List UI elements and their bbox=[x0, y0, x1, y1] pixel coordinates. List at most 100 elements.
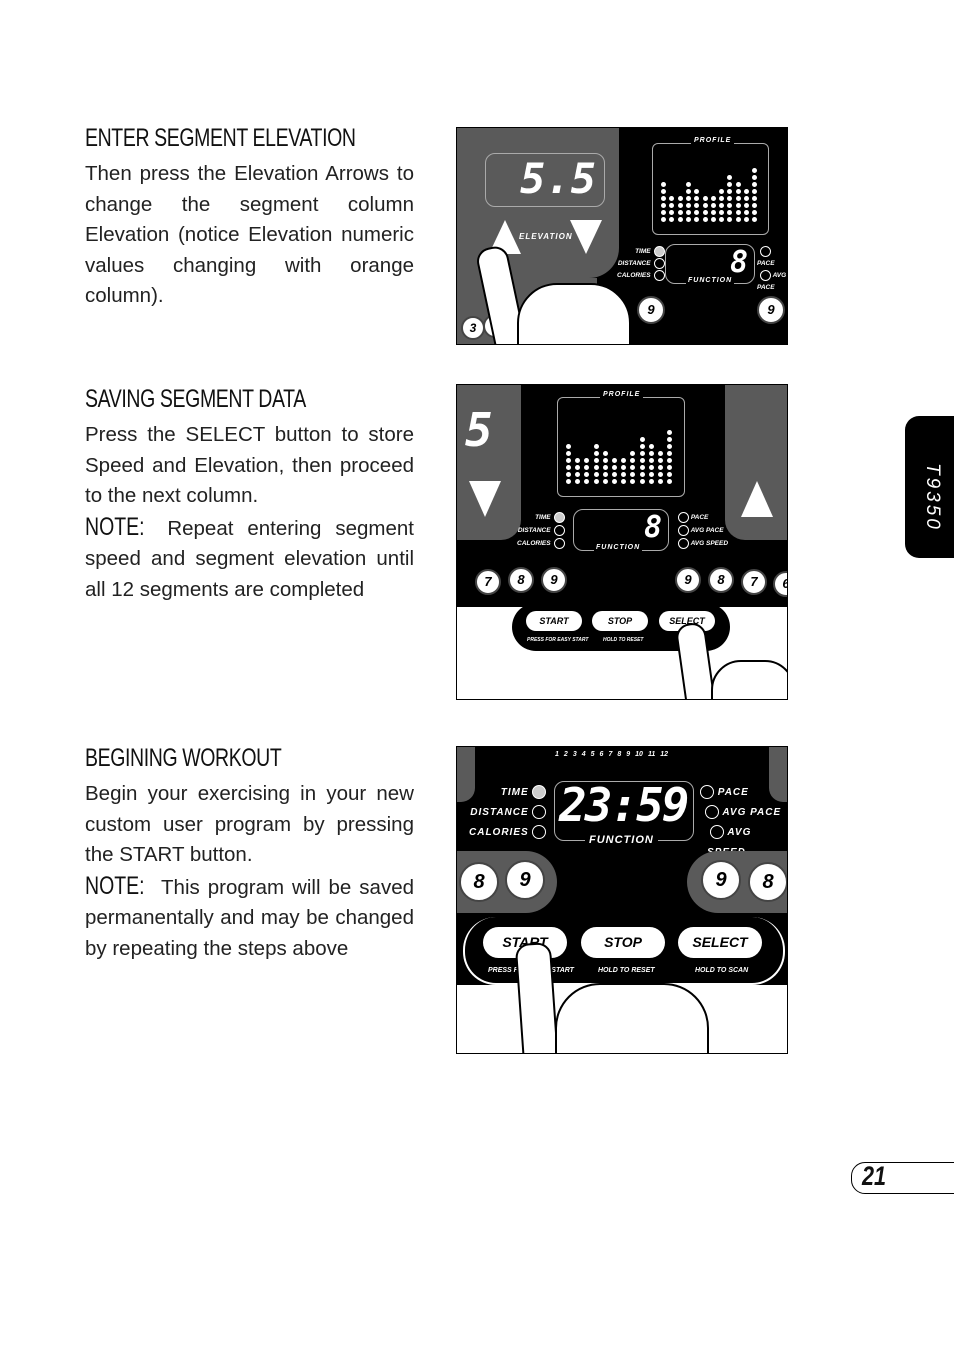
profile-dot bbox=[669, 203, 675, 208]
up-arrow[interactable] bbox=[741, 481, 773, 517]
profile-dot bbox=[702, 203, 708, 208]
select-hint: HOLD TO SCAN bbox=[695, 967, 749, 974]
figure-select-console: 5 PROFILE TIME DISTANCE CALORIES 8 FUNCT… bbox=[456, 384, 788, 700]
section-title: SAVING SEGMENT DATA bbox=[85, 385, 306, 413]
key-7[interactable]: 7 bbox=[741, 569, 767, 595]
profile-dot bbox=[658, 451, 663, 456]
speed-down-arrow[interactable] bbox=[469, 481, 501, 517]
stop-button[interactable]: STOP bbox=[592, 611, 648, 631]
key-3[interactable]: 3 bbox=[461, 316, 485, 340]
hand-icon bbox=[555, 983, 709, 1053]
profile-dot bbox=[752, 196, 758, 201]
key-8[interactable]: 8 bbox=[508, 567, 534, 593]
profile-column-number: 4 bbox=[581, 751, 586, 758]
profile-dot bbox=[727, 210, 733, 215]
profile-dot bbox=[735, 189, 741, 194]
profile-dot bbox=[630, 472, 636, 477]
profile-dot bbox=[593, 472, 599, 477]
profile-dot bbox=[566, 458, 571, 463]
left-indicators: TIME DISTANCE CALORIES bbox=[469, 783, 546, 843]
key-8[interactable]: 8 bbox=[748, 862, 787, 902]
profile-dot bbox=[667, 444, 673, 449]
profile-dot bbox=[719, 210, 725, 215]
indicator-pace: PACE bbox=[690, 514, 709, 521]
profile-dot bbox=[694, 196, 700, 201]
profile-dot bbox=[710, 217, 716, 222]
profile-dot bbox=[639, 451, 645, 456]
key-9[interactable]: 9 bbox=[701, 860, 741, 900]
profile-dot bbox=[667, 465, 673, 470]
select-button[interactable]: SELECT bbox=[678, 927, 762, 958]
profile-dot bbox=[661, 217, 666, 222]
profile-dot bbox=[648, 458, 654, 463]
profile-dot bbox=[566, 444, 571, 449]
indicator-avg-pace: AVG PACE bbox=[722, 807, 782, 818]
profile-dot bbox=[612, 472, 617, 477]
profile-dot bbox=[685, 182, 691, 187]
function-label: FUNCTION bbox=[686, 277, 735, 284]
stop-button[interactable]: STOP bbox=[581, 927, 665, 958]
profile-dot bbox=[702, 217, 708, 222]
profile-dot bbox=[658, 458, 663, 463]
key-9[interactable]: 9 bbox=[505, 860, 545, 900]
profile-dot bbox=[727, 203, 733, 208]
profile-dot bbox=[630, 458, 636, 463]
profile-dot bbox=[593, 479, 599, 484]
indicator-time: TIME bbox=[500, 787, 529, 798]
profile-column-number: 7 bbox=[608, 751, 613, 758]
indicator-calories: CALORIES bbox=[469, 827, 529, 838]
function-label: FUNCTION bbox=[585, 834, 658, 846]
profile-dot bbox=[752, 203, 758, 208]
key-8[interactable]: 8 bbox=[708, 567, 734, 593]
function-display: 8 FUNCTION bbox=[573, 509, 669, 551]
profile-dot bbox=[744, 217, 749, 222]
key-9[interactable]: 9 bbox=[757, 296, 785, 324]
key-9[interactable]: 9 bbox=[637, 296, 665, 324]
key-9[interactable]: 9 bbox=[675, 567, 701, 593]
profile-dot bbox=[669, 210, 675, 215]
key-8[interactable]: 8 bbox=[459, 862, 499, 902]
speed-value: 5 bbox=[465, 403, 493, 457]
indicator-distance: DISTANCE bbox=[470, 807, 529, 818]
key-9[interactable]: 9 bbox=[541, 567, 567, 593]
key-7[interactable]: 7 bbox=[475, 569, 501, 595]
profile-dot bbox=[735, 196, 741, 201]
profile-dot bbox=[584, 458, 590, 463]
profile-dot bbox=[752, 175, 758, 180]
section-body: Then press the Elevation Arrows to chang… bbox=[85, 162, 414, 307]
left-indicators: TIME DISTANCE CALORIES bbox=[517, 511, 565, 550]
profile-dot bbox=[669, 196, 675, 201]
profile-dot bbox=[744, 210, 749, 215]
right-indicators: PACE AVG PACE AVG SPEED bbox=[675, 511, 728, 550]
profile-dot bbox=[735, 210, 741, 215]
profile-label: PROFILE bbox=[691, 137, 735, 144]
profile-window: PROFILE bbox=[557, 391, 685, 497]
profile-dot bbox=[710, 203, 716, 208]
indicator-time: TIME bbox=[635, 248, 651, 256]
profile-column-number: 8 bbox=[617, 751, 622, 758]
right-indicators: PACE AVG PACE bbox=[757, 246, 787, 294]
elevation-down-arrow[interactable] bbox=[570, 220, 602, 254]
profile-dot bbox=[710, 196, 716, 201]
profile-dot bbox=[602, 458, 608, 463]
profile-dot bbox=[752, 189, 758, 194]
profile-dot bbox=[612, 479, 617, 484]
profile-dot bbox=[719, 189, 725, 194]
profile-dot bbox=[648, 472, 654, 477]
start-button[interactable]: START bbox=[526, 611, 582, 631]
indicator-distance: DISTANCE bbox=[517, 527, 551, 534]
profile-dot bbox=[658, 465, 663, 470]
profile-dot bbox=[685, 210, 691, 215]
profile-dot bbox=[621, 472, 627, 477]
stop-hint: HOLD TO RESET bbox=[603, 637, 644, 643]
profile-dot bbox=[685, 189, 691, 194]
start-hint: PRESS FOR EASY START bbox=[527, 637, 589, 643]
profile-dot bbox=[612, 465, 617, 470]
profile-dot bbox=[677, 217, 683, 222]
profile-dot bbox=[677, 196, 683, 201]
profile-dot bbox=[752, 217, 758, 222]
profile-dot-matrix bbox=[661, 152, 761, 222]
profile-dot bbox=[752, 182, 758, 187]
profile-dot bbox=[719, 196, 725, 201]
profile-dot bbox=[702, 210, 708, 215]
